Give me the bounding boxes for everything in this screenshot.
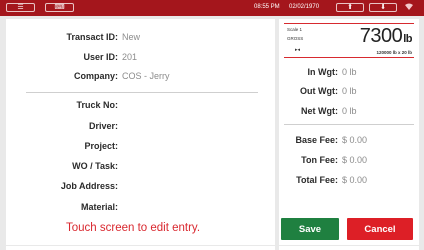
ton-fee-label: Ton Fee: [301,155,338,165]
clock-time: 08:55 PM [254,4,280,10]
keyboard-icon: ⌨ [54,4,65,11]
user-id-row: User ID: 201 [0,52,137,63]
project-label: Project: [84,141,118,151]
top-bar: ☰ ⌨ 08:55 PM 02/02/1970 ⬆ ⬇ [0,0,424,16]
left-divider [26,92,258,93]
out-weight-value: 0 lb [342,86,357,96]
transact-id-value: New [122,32,141,42]
arrow-up-icon: ⬆ [347,4,353,11]
left-footer-strip [6,246,275,250]
scale-display: Scale 1 GROSS ▸◂ 7300lb 120000 lb x 20 l… [284,23,414,58]
material-row[interactable]: Material: [0,202,118,213]
touch-to-edit-message[interactable]: Touch screen to edit entry. [66,222,200,234]
cancel-button[interactable]: Cancel [347,218,413,240]
in-weight-value: 0 lb [342,67,357,77]
wo-task-label: WO / Task: [72,161,118,171]
ton-fee-row: Ton Fee: $ 0.00 [279,155,367,166]
keyboard-button[interactable]: ⌨ [45,3,74,12]
scale-weight-unit: lb [403,33,412,45]
in-weight-row: In Wgt: 0 lb [279,67,357,78]
driver-label: Driver: [88,121,118,131]
company-label: Company: [73,71,118,81]
scroll-up-button[interactable]: ⬆ [336,3,364,12]
job-address-label: Job Address: [60,181,118,191]
out-weight-label: Out Wgt: [300,86,338,96]
out-weight-row: Out Wgt: 0 lb [279,86,357,97]
wifi-icon [405,3,413,12]
right-footer-strip [279,246,419,250]
material-label: Material: [80,202,118,212]
company-row: Company: COS - Jerry [0,71,170,82]
scroll-down-button[interactable]: ⬇ [369,3,397,12]
base-fee-label: Base Fee: [295,135,338,145]
save-button[interactable]: Save [281,218,339,240]
user-id-label: User ID: [83,52,118,62]
net-weight-label: Net Wgt: [301,106,338,116]
net-weight-value: 0 lb [342,106,357,116]
job-address-row[interactable]: Job Address: [0,181,118,192]
company-value: COS - Jerry [122,71,170,81]
clock-date: 02/02/1970 [289,4,320,10]
scale-name: Scale 1 [287,27,303,32]
center-zero-icon: ▸◂ [295,47,301,53]
base-fee-value: $ 0.00 [342,135,368,145]
right-divider [284,124,414,125]
in-weight-label: In Wgt: [307,67,339,77]
transact-id-label: Transact ID: [66,32,118,42]
menu-icon: ☰ [17,4,24,11]
scale-weight-value: 7300 [359,25,403,47]
total-fee-value: $ 0.00 [342,175,368,185]
driver-row[interactable]: Driver: [0,121,118,132]
transact-id-row: Transact ID: New [0,32,140,43]
user-id-value: 201 [122,52,138,62]
menu-button[interactable]: ☰ [6,3,35,12]
scale-weight: 7300lb [359,25,413,48]
ton-fee-value: $ 0.00 [342,155,368,165]
truck-row[interactable]: Truck No: [0,100,118,111]
total-fee-label: Total Fee: [296,175,338,185]
total-fee-row: Total Fee: $ 0.00 [279,175,367,186]
wo-task-row[interactable]: WO / Task: [0,161,118,172]
base-fee-row: Base Fee: $ 0.00 [279,135,367,146]
scale-capacity: 120000 lb x 20 lb [376,50,412,55]
scale-mode: GROSS [287,36,304,41]
project-row[interactable]: Project: [0,141,118,152]
arrow-down-icon: ⬇ [380,4,386,11]
truck-label: Truck No: [76,100,118,110]
net-weight-row: Net Wgt: 0 lb [279,106,357,117]
